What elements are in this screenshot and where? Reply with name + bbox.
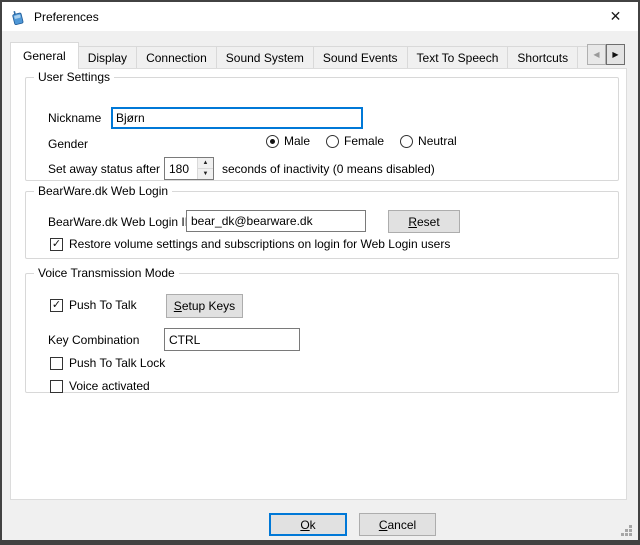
radio-female-icon[interactable] <box>326 135 339 148</box>
gender-option-neutral[interactable]: Neutral <box>400 134 457 148</box>
dialog-footer: Ok Cancel <box>2 500 638 540</box>
spin-up-icon[interactable]: ▲ <box>198 158 213 168</box>
gender-male-label: Male <box>284 134 310 148</box>
general-tab-page: User Settings Nickname Gender Male Femal… <box>10 68 627 500</box>
tab-display[interactable]: Display <box>78 46 137 69</box>
gender-female-label: Female <box>344 134 384 148</box>
away-status-label: Set away status after <box>48 162 160 176</box>
ok-button[interactable]: Ok <box>269 513 347 536</box>
radio-male-icon[interactable] <box>266 135 279 148</box>
web-login-group: BearWare.dk Web Login BearWare.dk Web Lo… <box>25 191 619 259</box>
nickname-label: Nickname <box>48 111 101 125</box>
user-settings-group: User Settings Nickname Gender Male Femal… <box>25 77 619 181</box>
tab-text-to-speech[interactable]: Text To Speech <box>407 46 509 69</box>
preferences-dialog: Preferences ✕ General Display Connection… <box>0 0 640 545</box>
teamtalk-app-icon <box>10 9 26 25</box>
push-to-talk-lock-checkbox-row[interactable]: Push To Talk Lock <box>50 356 165 370</box>
restore-volume-label: Restore volume settings and subscription… <box>69 237 450 251</box>
tab-connection[interactable]: Connection <box>136 46 217 69</box>
resize-grip[interactable] <box>622 526 632 536</box>
push-to-talk-checkbox[interactable]: ✓ <box>50 299 63 312</box>
web-login-id-label: BearWare.dk Web Login ID <box>48 215 193 229</box>
away-seconds-value[interactable]: 180 <box>165 158 197 179</box>
checkmark-icon: ✓ <box>52 239 61 250</box>
reset-button[interactable]: Reset <box>388 210 460 233</box>
title-bar: Preferences ✕ <box>2 2 638 31</box>
voice-transmission-group: Voice Transmission Mode ✓ Push To Talk S… <box>25 273 619 393</box>
push-to-talk-lock-checkbox[interactable] <box>50 357 63 370</box>
cancel-button[interactable]: Cancel <box>359 513 436 536</box>
preferences-tabstrip: General Display Connection Sound System … <box>10 42 588 69</box>
key-combination-label: Key Combination <box>48 333 139 347</box>
tab-sound-events[interactable]: Sound Events <box>313 46 408 69</box>
setup-keys-button[interactable]: Setup Keys <box>166 294 243 318</box>
gender-label: Gender <box>48 137 88 151</box>
key-combination-input[interactable] <box>164 328 300 351</box>
tab-shortcuts[interactable]: Shortcuts <box>507 46 578 69</box>
voice-activated-label: Voice activated <box>69 379 150 393</box>
gender-radio-group: Male Female Neutral <box>266 134 457 148</box>
tab-sound-system[interactable]: Sound System <box>216 46 314 69</box>
away-seconds-spinner[interactable]: 180 ▲ ▼ <box>164 157 214 180</box>
radio-neutral-icon[interactable] <box>400 135 413 148</box>
tab-scroll-right-icon[interactable]: ▶ <box>606 44 625 65</box>
web-login-id-input[interactable] <box>186 210 366 232</box>
spin-down-icon[interactable]: ▼ <box>198 168 213 179</box>
nickname-input[interactable] <box>111 107 363 129</box>
voice-activated-checkbox[interactable] <box>50 380 63 393</box>
spinner-arrows: ▲ ▼ <box>197 158 213 179</box>
restore-volume-checkbox[interactable]: ✓ <box>50 238 63 251</box>
gender-neutral-label: Neutral <box>418 134 457 148</box>
checkmark-icon: ✓ <box>52 300 61 311</box>
push-to-talk-checkbox-row[interactable]: ✓ Push To Talk <box>50 298 137 312</box>
user-settings-group-title: User Settings <box>34 70 114 84</box>
voice-transmission-group-title: Voice Transmission Mode <box>34 266 179 280</box>
gender-option-female[interactable]: Female <box>326 134 384 148</box>
push-to-talk-label: Push To Talk <box>69 298 137 312</box>
tab-scroll-left-icon[interactable]: ◀ <box>587 44 606 65</box>
away-status-suffix-label: seconds of inactivity (0 means disabled) <box>222 162 435 176</box>
push-to-talk-lock-label: Push To Talk Lock <box>69 356 165 370</box>
gender-option-male[interactable]: Male <box>266 134 310 148</box>
tab-general[interactable]: General <box>10 42 79 69</box>
close-icon[interactable]: ✕ <box>593 2 638 31</box>
web-login-group-title: BearWare.dk Web Login <box>34 184 172 198</box>
voice-activated-checkbox-row[interactable]: Voice activated <box>50 379 150 393</box>
window-title: Preferences <box>34 10 99 24</box>
restore-volume-checkbox-row[interactable]: ✓ Restore volume settings and subscripti… <box>50 237 450 251</box>
